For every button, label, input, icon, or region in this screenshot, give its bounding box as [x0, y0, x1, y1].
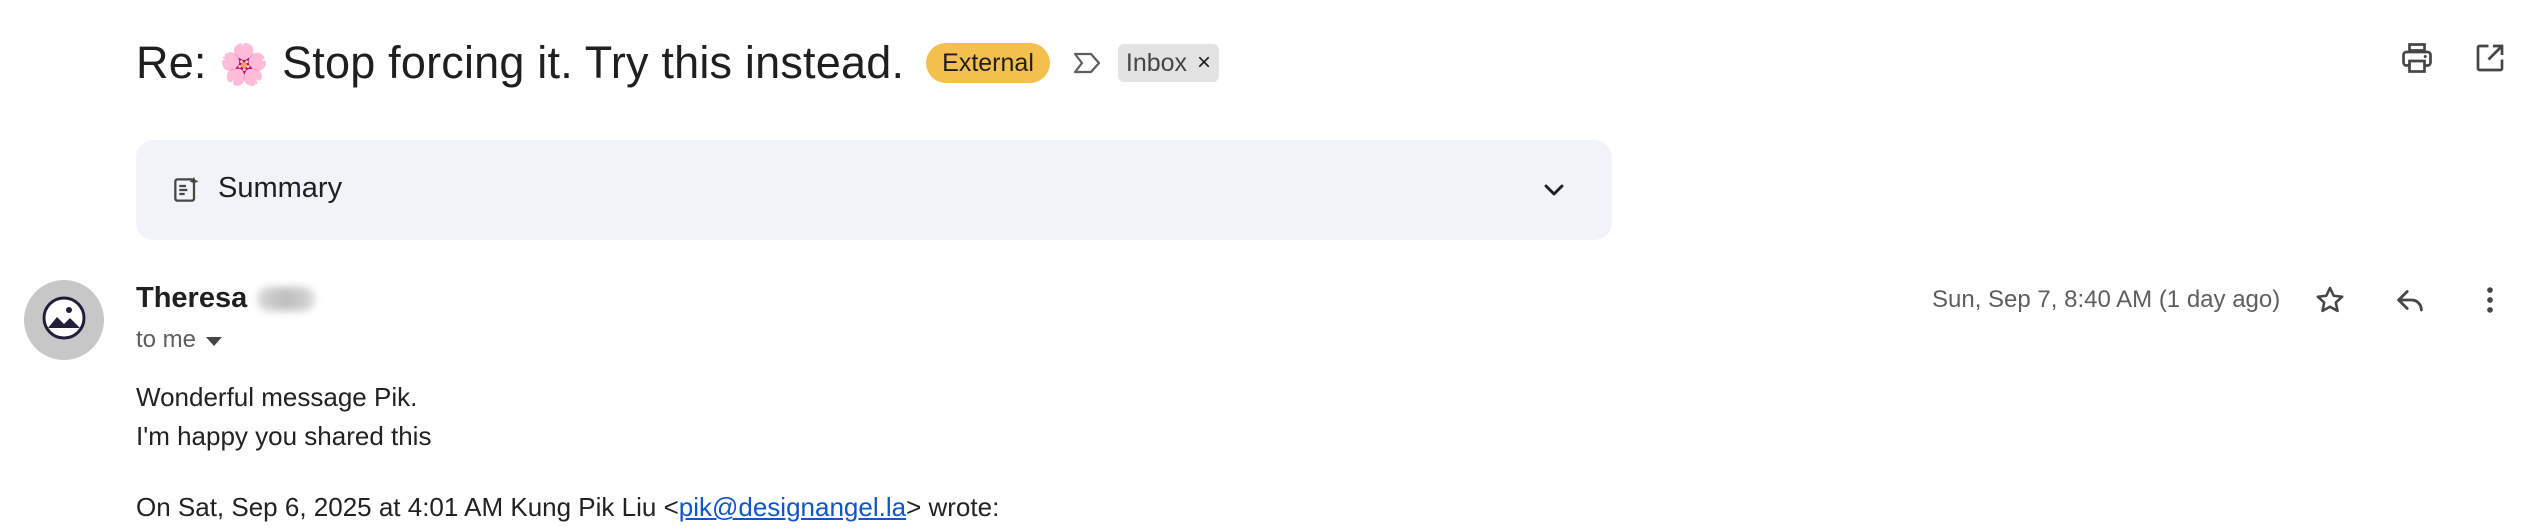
subject-prefix: Re:	[136, 37, 207, 88]
external-badge: External	[926, 43, 1050, 83]
reply-button[interactable]	[2390, 282, 2430, 322]
sender-first-name: Theresa	[136, 282, 248, 314]
label-chip-inbox[interactable]: Inbox ×	[1117, 44, 1220, 82]
star-button[interactable]	[2310, 282, 2350, 322]
caret-down-icon	[206, 336, 223, 346]
subject-text: Stop forcing it. Try this instead.	[282, 37, 905, 88]
open-in-new-window-icon	[2472, 40, 2508, 81]
star-icon	[2313, 283, 2347, 322]
subject-title: Re: 🌸 Stop forcing it. Try this instead.	[136, 37, 904, 89]
subject-row: Re: 🌸 Stop forcing it. Try this instead.…	[136, 28, 1220, 98]
summary-label: Summary	[218, 172, 343, 204]
avatar-landscape-icon	[42, 296, 86, 345]
more-options-button[interactable]	[2470, 282, 2510, 322]
quote-attribution: On Sat, Sep 6, 2025 at 4:01 AM Kung Pik …	[136, 492, 999, 523]
summary-card[interactable]: Summary	[136, 140, 1612, 240]
chevron-down-icon[interactable]	[1538, 174, 1570, 206]
label-chip-text: Inbox	[1125, 48, 1188, 77]
message-body: Wonderful message Pik. I'm happy you sha…	[136, 378, 431, 456]
open-in-new-window-button[interactable]	[2470, 40, 2510, 80]
avatar[interactable]	[24, 280, 104, 360]
quote-email-link[interactable]: pik@designangel.la	[679, 492, 906, 522]
redacted-surname	[257, 286, 316, 311]
quote-prefix: On Sat, Sep 6, 2025 at 4:01 AM Kung Pik …	[136, 492, 679, 522]
quote-suffix: > wrote:	[906, 492, 1000, 522]
summary-sparkle-icon	[170, 174, 202, 206]
more-vert-icon	[2473, 283, 2507, 322]
recipient-label: to me	[136, 326, 197, 353]
body-line: Wonderful message Pik.	[136, 382, 418, 412]
sender-name[interactable]: Theresa	[136, 282, 316, 315]
recipient-details-toggle[interactable]: to me	[136, 326, 223, 354]
body-line: I'm happy you shared this	[136, 421, 432, 451]
importance-marker-icon[interactable]	[1070, 46, 1104, 80]
message-date: Sun, Sep 7, 8:40 AM (1 day ago)	[1932, 286, 2281, 313]
print-all-button[interactable]	[2397, 40, 2437, 80]
remove-label-button[interactable]: ×	[1197, 51, 1211, 75]
subject-emoji: 🌸	[219, 43, 270, 87]
reply-icon	[2393, 283, 2427, 322]
print-icon	[2399, 40, 2435, 81]
